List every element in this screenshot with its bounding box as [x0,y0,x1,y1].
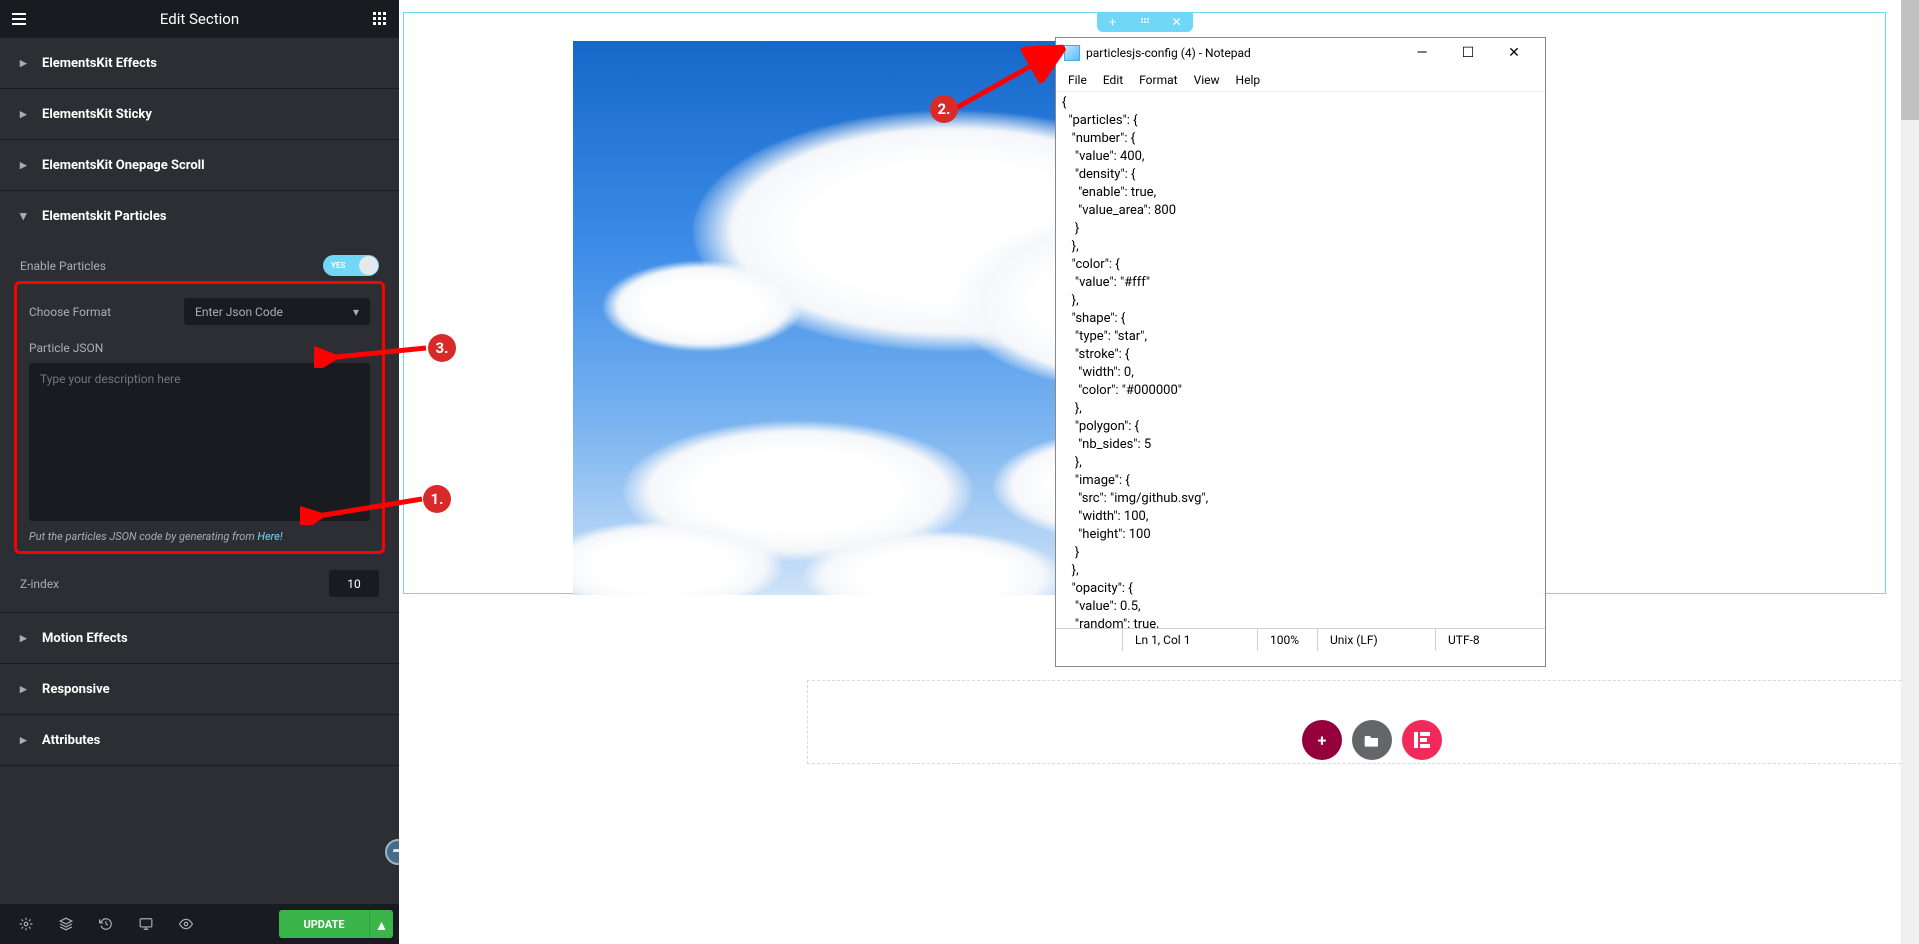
particle-json-label: Particle JSON [29,341,103,355]
toggle-yes-label: YES [331,261,345,270]
responsive-icon[interactable] [126,904,166,944]
menu-edit[interactable]: Edit [1095,71,1131,89]
callout-1: 1. [423,485,451,513]
caret-right-icon: ▸ [20,107,30,122]
preview-icon[interactable] [166,904,206,944]
arrow-3 [314,334,432,368]
history-icon[interactable] [86,904,126,944]
section-label: ElementsKit Effects [42,56,157,71]
particles-content: Enable Particles YES Choose Format Enter… [0,255,399,612]
caret-down-icon: ▾ [353,305,359,319]
section-label: ElementsKit Onepage Scroll [42,158,205,173]
status-eol: Unix (LF) [1317,629,1435,651]
add-section-icon[interactable]: + [1097,12,1129,32]
status-position: Ln 1, Col 1 [1122,629,1257,651]
select-value: Enter Json Code [195,305,283,319]
settings-icon[interactable] [6,904,46,944]
section-label: Elementskit Particles [42,209,167,224]
caret-right-icon: ▸ [20,56,30,71]
section-controls: + ✕ [1097,12,1193,32]
section-effects[interactable]: ▸ ElementsKit Effects [0,38,399,88]
enable-particles-toggle[interactable]: YES [323,255,379,276]
caret-right-icon: ▸ [20,631,30,646]
choose-format-label: Choose Format [29,305,111,319]
status-zoom: 100% [1257,629,1317,651]
section-particles[interactable]: ▾ Elementskit Particles [0,191,399,241]
minimize-icon[interactable]: — [1399,39,1445,67]
arrow-1 [300,485,428,525]
elementskit-fab[interactable] [1402,720,1442,760]
toggle-knob [359,256,378,275]
notepad-menu: File Edit Format View Help [1056,68,1545,91]
helper-text: Put the particles JSON code by generatin… [29,530,370,543]
hamburger-icon[interactable] [0,0,38,38]
section-attributes[interactable]: ▸ Attributes [0,715,399,765]
update-caret[interactable]: ▴ [369,910,393,938]
scrollbar-thumb[interactable] [1901,0,1919,120]
caret-right-icon: ▸ [20,682,30,697]
section-label: Attributes [42,733,100,748]
apps-grid-icon[interactable] [361,0,399,38]
elementor-sidebar: Edit Section ▸ ElementsKit Effects ▸ Eleme… [0,0,399,944]
zindex-label: Z-index [20,577,59,591]
callout-3: 3. [428,334,456,362]
section-onepage[interactable]: ▸ ElementsKit Onepage Scroll [0,140,399,190]
enable-particles-label: Enable Particles [20,259,106,273]
callout-2: 2. [930,95,958,123]
section-label: Responsive [42,682,110,697]
caret-right-icon: ▸ [20,158,30,173]
section-responsive[interactable]: ▸ Responsive [0,664,399,714]
menu-format[interactable]: Format [1131,71,1185,89]
menu-view[interactable]: View [1186,71,1228,89]
fab-row: + [1302,720,1442,760]
section-sticky[interactable]: ▸ ElementsKit Sticky [0,89,399,139]
notepad-title-text: particlesjs-config (4) - Notepad [1086,46,1251,60]
status-encoding: UTF-8 [1435,629,1545,651]
edit-section-icon[interactable] [1129,12,1161,32]
zindex-input[interactable] [329,570,379,597]
sidebar-body: ▸ ElementsKit Effects ▸ ElementsKit Sticky… [0,38,399,904]
section-label: Motion Effects [42,631,128,646]
sidebar-title: Edit Section [38,10,361,28]
update-button[interactable]: UPDATE [279,910,369,938]
notepad-window: particlesjs-config (4) - Notepad — ☐ ✕ F… [1055,37,1546,667]
caret-right-icon: ▸ [20,733,30,748]
sidebar-header: Edit Section [0,0,399,38]
menu-help[interactable]: Help [1228,71,1269,89]
notepad-titlebar[interactable]: particlesjs-config (4) - Notepad — ☐ ✕ [1056,38,1545,68]
section-label: ElementsKit Sticky [42,107,152,122]
maximize-icon[interactable]: ☐ [1445,39,1491,67]
sidebar-footer: UPDATE ▴ [0,904,399,944]
page-scrollbar[interactable] [1901,0,1919,944]
choose-format-select[interactable]: Enter Json Code ▾ [184,298,370,325]
close-section-icon[interactable]: ✕ [1161,12,1193,32]
assistant-avatar-icon[interactable] [385,839,399,865]
here-link[interactable]: Here! [257,530,282,543]
add-widget-fab[interactable]: + [1302,720,1342,760]
section-motion[interactable]: ▸ Motion Effects [0,613,399,663]
caret-down-icon: ▾ [20,209,30,224]
close-icon[interactable]: ✕ [1491,39,1537,67]
navigator-icon[interactable] [46,904,86,944]
arrow-2 [952,44,1067,114]
notepad-statusbar: Ln 1, Col 1 100% Unix (LF) UTF-8 [1056,628,1545,651]
folder-fab[interactable] [1352,720,1392,760]
notepad-textarea[interactable]: { "particles": { "number": { "value": 40… [1056,91,1545,628]
